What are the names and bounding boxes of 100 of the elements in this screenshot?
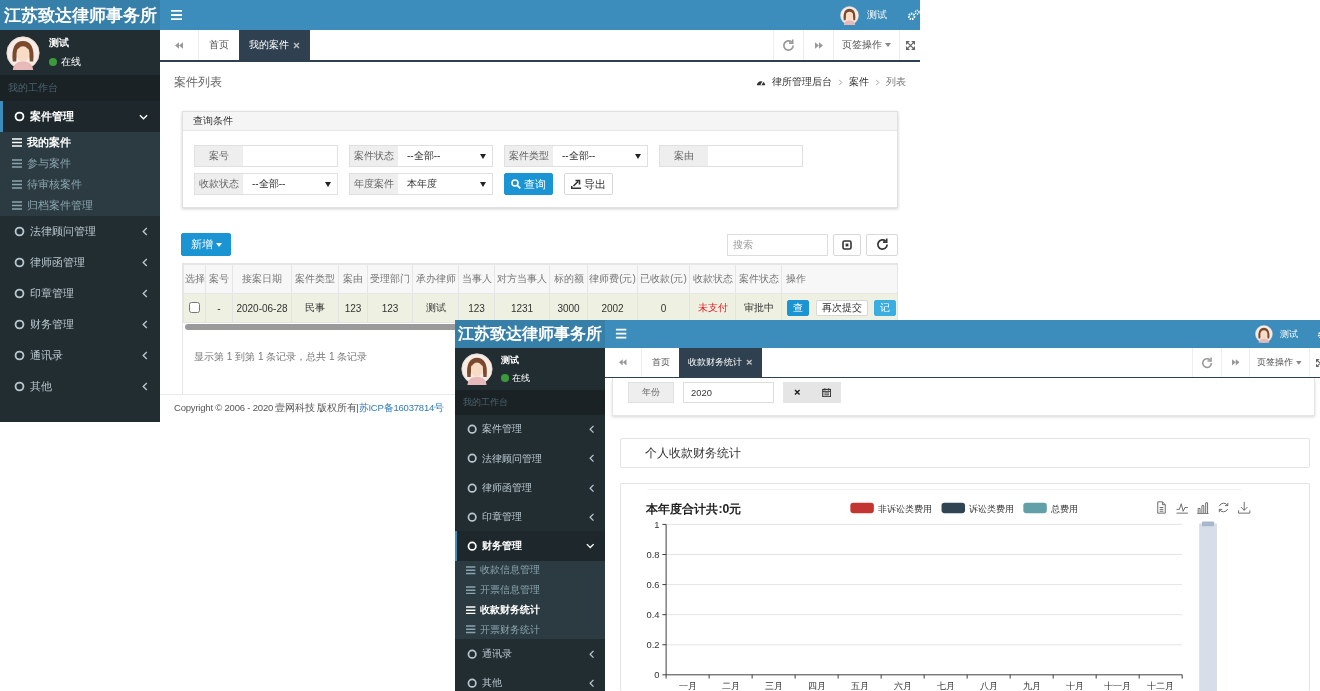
caret-icon <box>215 242 222 247</box>
axis-label: 五月 <box>851 679 870 691</box>
chart-title: 本年度合计共:0元 <box>646 501 742 516</box>
menu-icon[interactable] <box>614 328 627 340</box>
legend-item[interactable]: 诉讼类费用 <box>941 502 1015 514</box>
panel-title: 查询条件 <box>183 112 897 131</box>
gauge-icon <box>756 78 766 86</box>
axis-label: 0.8 <box>646 548 660 560</box>
axis-label: 1 <box>654 518 660 530</box>
export-button[interactable]: 导出 <box>564 173 613 195</box>
tab[interactable]: 首页 <box>199 30 239 60</box>
breadcrumb-link[interactable]: 列表 <box>886 75 906 89</box>
rewind-icon[interactable] <box>175 41 183 49</box>
menu-item[interactable]: 案件管理 <box>0 101 160 132</box>
status-dot <box>501 374 509 382</box>
column-header: 案号 <box>205 264 233 294</box>
axis-label: 0.6 <box>646 578 660 590</box>
user-avatar <box>460 353 493 386</box>
submenu-item[interactable]: 开票信息管理 <box>455 580 606 600</box>
line-chart-icon[interactable] <box>1176 503 1189 513</box>
refresh-icon <box>875 238 889 251</box>
refresh-icon[interactable] <box>1219 502 1229 512</box>
page-title: 案件列表 <box>174 73 222 91</box>
tab[interactable]: 我的案件 <box>239 30 310 60</box>
columns-button[interactable] <box>833 233 861 256</box>
submenu-item[interactable]: 收款财务统计 <box>455 600 606 620</box>
chevron-left-icon <box>588 425 595 434</box>
user-avatar <box>1254 325 1273 343</box>
export-icon <box>571 179 581 189</box>
chevron-left-icon <box>142 320 148 329</box>
menu-item[interactable]: 印章管理 <box>455 502 606 532</box>
menu-item[interactable]: 法律顾问管理 <box>0 216 160 247</box>
document-icon[interactable] <box>1158 501 1166 513</box>
axis-label: 六月 <box>894 679 913 691</box>
menu-item[interactable]: 通讯录 <box>0 340 160 371</box>
submenu-item[interactable]: 待审核案件 <box>0 174 160 195</box>
column-header: 案由 <box>338 264 368 294</box>
submenu-item[interactable]: 我的案件 <box>0 132 160 153</box>
chevron-left-icon <box>588 454 595 463</box>
refresh-icon[interactable] <box>1200 356 1214 369</box>
menu-item[interactable]: 印章管理 <box>0 278 160 309</box>
user-name[interactable]: 测试 <box>867 8 887 22</box>
chevron-left-icon <box>142 351 148 360</box>
column-header: 接案日期 <box>232 264 292 294</box>
column-header: 操作 <box>781 264 897 294</box>
column-header: 收款状态 <box>689 264 736 294</box>
fullscreen-icon[interactable] <box>905 40 915 50</box>
submenu-item[interactable]: 归档案件管理 <box>0 195 160 216</box>
tab-menu-button[interactable]: 页签操作 <box>1248 348 1310 378</box>
user-name[interactable]: 测试 <box>1280 327 1299 341</box>
submenu-item[interactable]: 收款信息管理 <box>455 560 606 581</box>
close-icon <box>794 389 801 396</box>
row-checkbox[interactable] <box>189 301 200 313</box>
refresh-button[interactable] <box>866 233 898 256</box>
submenu-item[interactable]: 开票财务统计 <box>455 619 606 640</box>
action-button[interactable]: 再次提交 <box>815 300 868 316</box>
fast-forward-icon[interactable] <box>1231 359 1240 366</box>
status-dot <box>49 58 57 66</box>
axis-label: 0.2 <box>646 638 660 650</box>
menu-item[interactable]: 通讯录 <box>455 639 606 669</box>
menu-icon[interactable] <box>170 9 183 21</box>
close-icon[interactable] <box>293 41 300 49</box>
refresh-icon[interactable] <box>782 38 795 52</box>
menu-item[interactable]: 律师函管理 <box>0 247 160 278</box>
section-label: 我的工作台 <box>455 390 606 415</box>
icp-link[interactable]: 苏ICP备16037814号 <box>358 402 444 413</box>
tab[interactable]: 首页 <box>642 348 679 378</box>
gear-icon[interactable] <box>907 9 920 21</box>
legend-label: 诉讼类费用 <box>969 502 1015 514</box>
rewind-icon[interactable] <box>619 359 627 366</box>
breadcrumb-link[interactable]: 律所管理后台 <box>772 75 832 89</box>
section-label: 我的工作台 <box>0 75 160 101</box>
bar-chart-icon[interactable] <box>1197 502 1209 514</box>
menu-item[interactable]: 法律顾问管理 <box>455 444 606 474</box>
tab[interactable]: 收款财务统计 <box>678 348 762 378</box>
chevron-down-icon <box>139 113 148 120</box>
submenu-item[interactable]: 参与案件 <box>0 153 160 174</box>
close-icon[interactable] <box>746 359 753 366</box>
list-icon <box>466 566 476 575</box>
download-icon[interactable] <box>1239 501 1251 513</box>
tab-menu-button[interactable]: 页签操作 <box>833 30 899 60</box>
input-field[interactable]: 2020 <box>683 382 774 403</box>
menu-item[interactable]: 其他 <box>455 668 606 691</box>
fast-forward-icon[interactable] <box>814 41 823 49</box>
menu-item[interactable]: 财务管理 <box>0 309 160 340</box>
calendar-icon <box>822 387 832 398</box>
column-header: 标的额 <box>549 264 588 294</box>
legend-item[interactable]: 总费用 <box>1023 502 1078 514</box>
menu-item[interactable]: 财务管理 <box>455 531 606 561</box>
zoom-slider[interactable] <box>1199 521 1218 691</box>
chevron-left-icon <box>588 512 595 522</box>
circle-icon <box>14 381 25 392</box>
menu-item[interactable]: 其他 <box>0 371 160 402</box>
menu-item[interactable]: 案件管理 <box>455 414 606 445</box>
legend-item[interactable]: 非诉讼类费用 <box>850 502 933 514</box>
column-header: 承办律师 <box>412 264 459 294</box>
menu-item[interactable]: 律师函管理 <box>455 473 606 503</box>
breadcrumb-link[interactable]: 案件 <box>849 75 869 89</box>
column-header: 当事人 <box>458 264 495 294</box>
copyright-text: Copyright © 2006 - 2020 壹网科技 版权所有|苏ICP备16037814号 <box>174 402 444 415</box>
